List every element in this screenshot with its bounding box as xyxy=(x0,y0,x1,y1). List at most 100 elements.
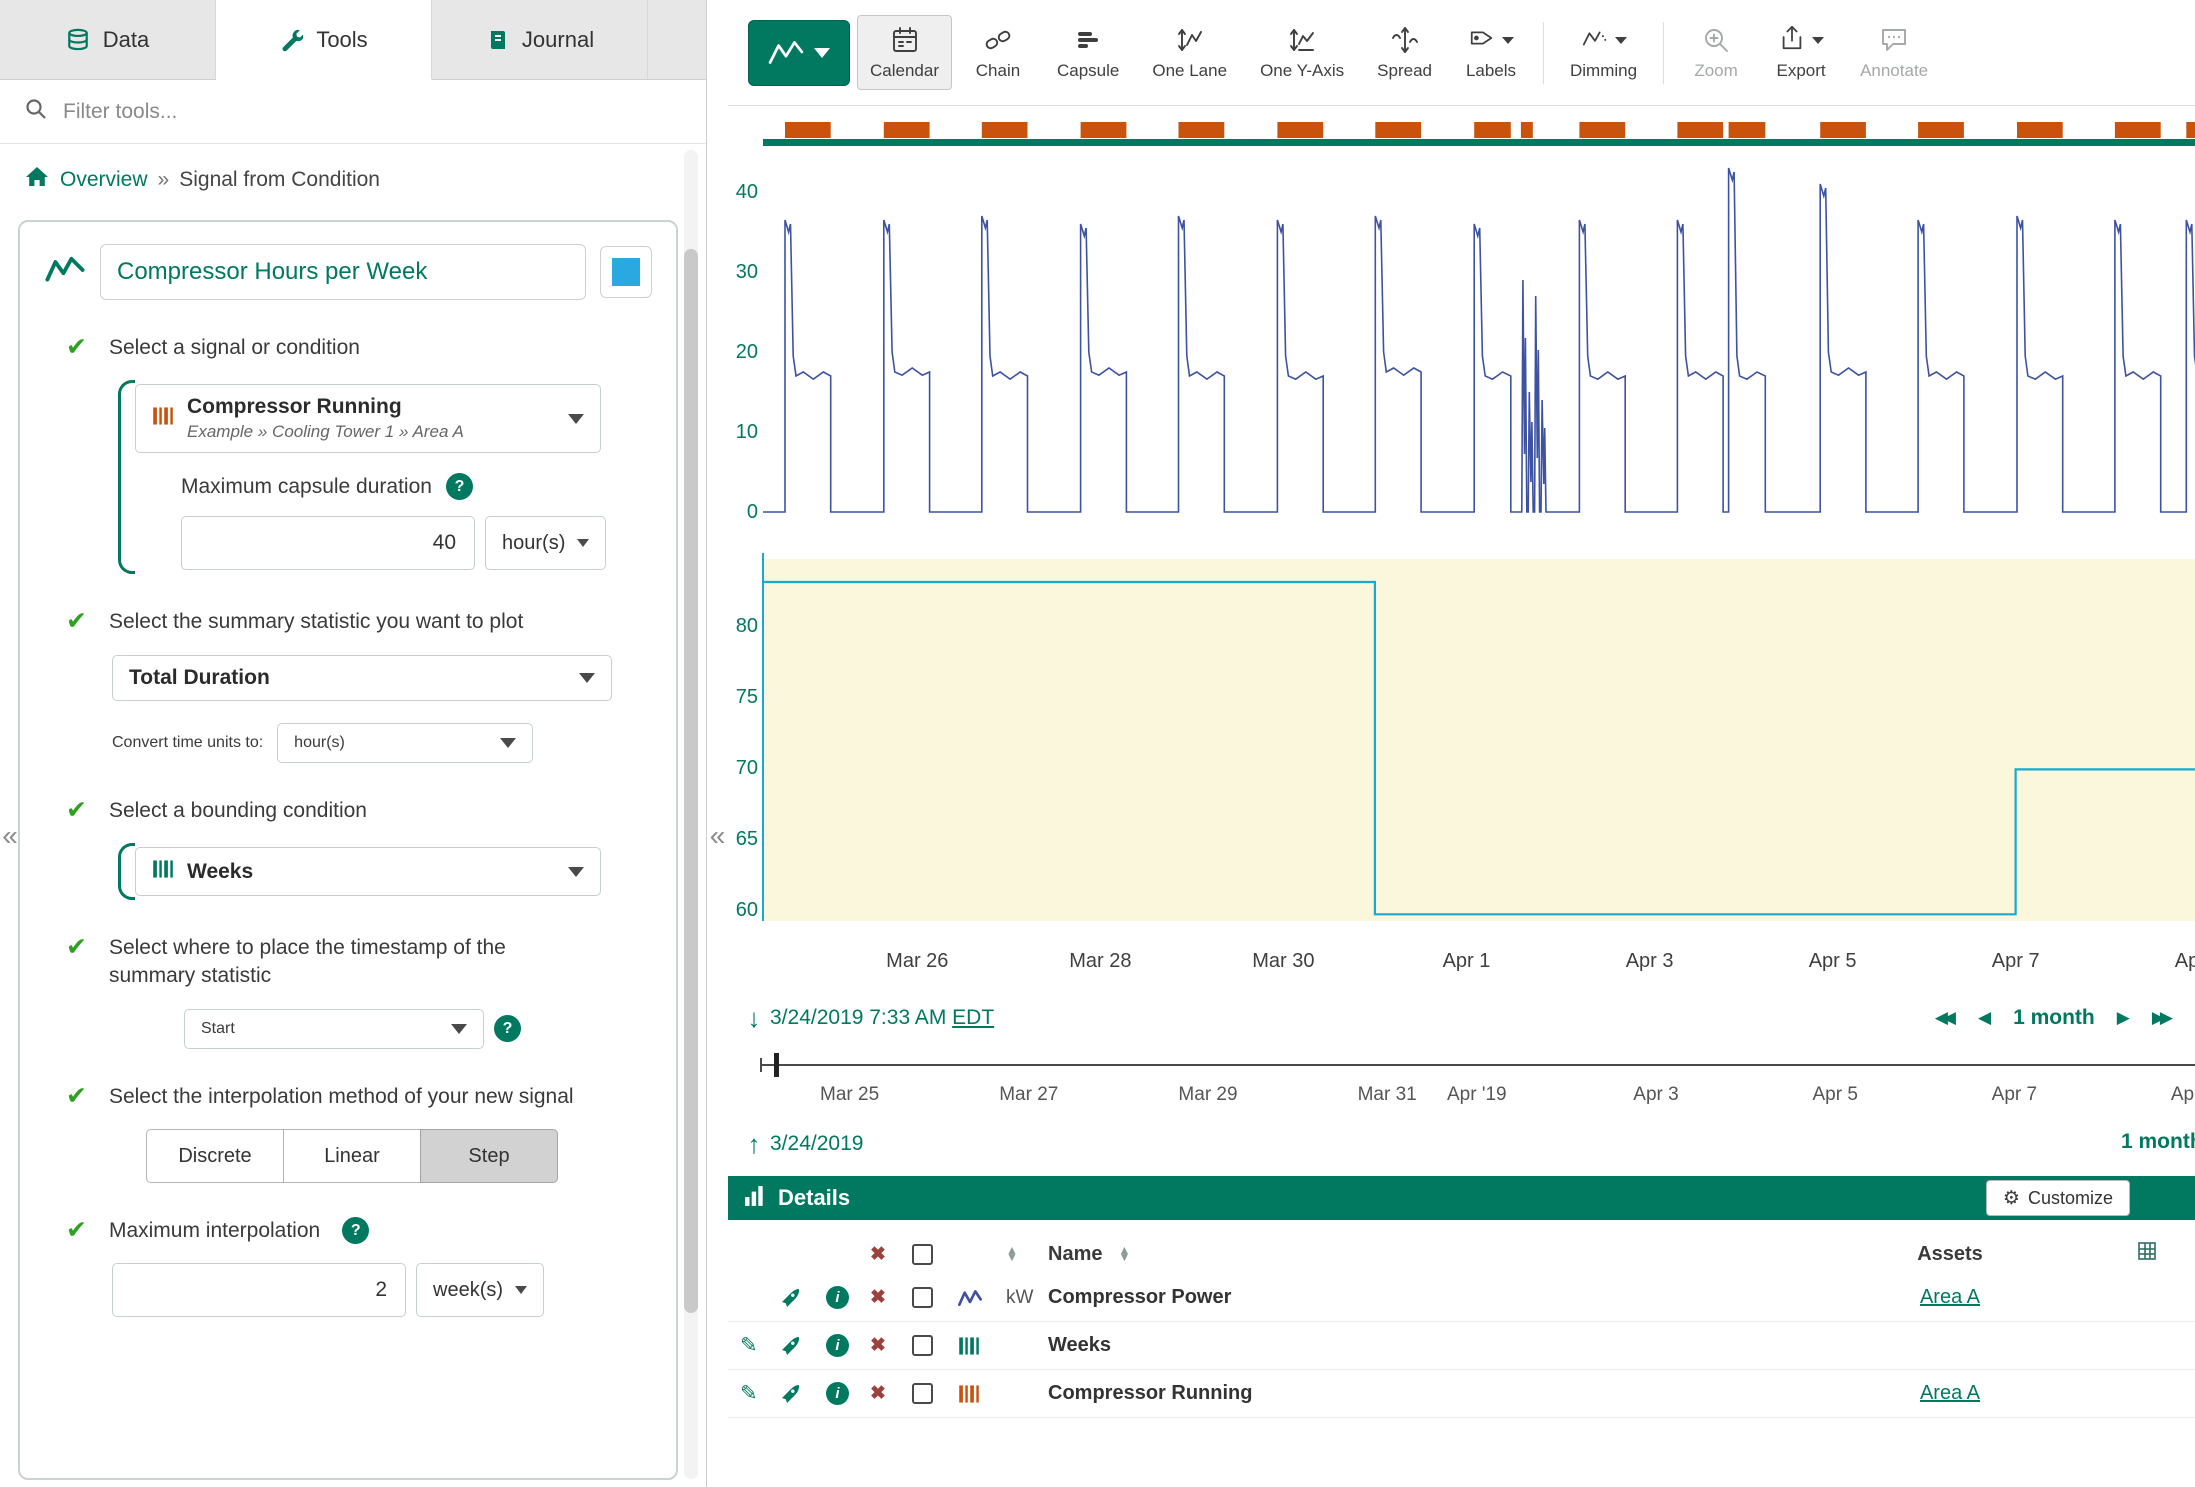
step-back-icon[interactable]: ◀◀ xyxy=(1935,1008,1956,1028)
row-checkbox[interactable] xyxy=(912,1335,933,1356)
search-input[interactable] xyxy=(63,100,682,124)
remove-icon[interactable]: ✖ xyxy=(870,1334,886,1357)
display-range-start[interactable]: 3/24/2019 7:33 AM EDT xyxy=(770,1006,994,1030)
timebar-handle[interactable] xyxy=(774,1053,779,1077)
info-icon[interactable]: i xyxy=(826,1382,849,1405)
compressor-power-series xyxy=(763,168,2195,512)
pan-forward-icon[interactable]: ▶ xyxy=(2117,1008,2130,1028)
max-capsule-unit-select[interactable]: hour(s) xyxy=(485,516,606,570)
remove-all-icon[interactable]: ✖ xyxy=(870,1243,886,1266)
tab-tools[interactable]: Tools xyxy=(216,0,432,80)
pan-back-icon[interactable]: ◀ xyxy=(1978,1008,1991,1028)
sidebar-scrollbar[interactable] xyxy=(684,150,698,1479)
asset-link[interactable]: Area A xyxy=(1920,1286,1980,1309)
toolbar-one-yaxis-button[interactable]: One Y-Axis xyxy=(1247,15,1357,90)
toolbar-one-lane-button[interactable]: One Lane xyxy=(1139,15,1240,90)
help-icon[interactable]: ? xyxy=(494,1015,521,1042)
timebar-track[interactable] xyxy=(760,1064,2195,1066)
investigate-range-start[interactable]: 3/24/2019 xyxy=(770,1132,863,1156)
toolbar-spread-button[interactable]: Spread xyxy=(1364,15,1445,90)
rocket-icon[interactable] xyxy=(778,1334,826,1358)
rocket-icon[interactable] xyxy=(778,1286,826,1310)
trend-view: Calendar Chain xyxy=(728,0,2195,1487)
chevron-down-icon xyxy=(568,867,584,877)
info-icon[interactable]: i xyxy=(826,1286,849,1309)
chevron-down-icon xyxy=(568,414,584,424)
interp-step-button[interactable]: Step xyxy=(420,1129,558,1183)
interp-discrete-button[interactable]: Discrete xyxy=(146,1129,284,1183)
edit-icon[interactable]: ✎ xyxy=(740,1333,758,1358)
max-interpolation-unit-select[interactable]: week(s) xyxy=(416,1263,544,1317)
customize-button[interactable]: ⚙ Customize xyxy=(1986,1180,2130,1216)
table-row[interactable]: ✎ i ✖ Weeks xyxy=(728,1322,2195,1370)
add-column-icon[interactable] xyxy=(2137,1241,2159,1268)
home-icon[interactable] xyxy=(24,164,50,196)
tab-journal[interactable]: Journal xyxy=(432,0,648,79)
scrollbar-thumb[interactable] xyxy=(684,249,698,1313)
toolbar-calendar-button[interactable]: Calendar xyxy=(857,15,952,90)
sort-icon[interactable]: ▲▼ xyxy=(1006,1247,1018,1261)
column-header-assets[interactable]: Assets xyxy=(1917,1243,1983,1266)
toolbar-export-button[interactable]: Export xyxy=(1762,15,1840,90)
signal-group: Compressor Running Example » Cooling Tow… xyxy=(118,380,652,574)
sort-icon[interactable]: ▲▼ xyxy=(1118,1247,1130,1261)
breadcrumb-separator: » xyxy=(158,168,170,192)
row-checkbox[interactable] xyxy=(912,1383,933,1404)
breadcrumb-overview-link[interactable]: Overview xyxy=(60,168,148,192)
trend-view-dropdown[interactable] xyxy=(748,20,850,86)
interp-linear-button[interactable]: Linear xyxy=(283,1129,421,1183)
toolbar-dimming-button[interactable]: Dimming xyxy=(1557,15,1650,90)
investigate-range-row: ↑ 3/24/2019 1 month xyxy=(728,1126,2195,1162)
convert-units-select[interactable]: hour(s) xyxy=(277,723,533,763)
toolbar-capsule-button[interactable]: Capsule xyxy=(1044,15,1132,90)
investigate-timebar[interactable]: Mar 25Mar 27Mar 29Mar 31Apr '19Apr 3Apr … xyxy=(728,1050,2195,1112)
table-row[interactable]: i ✖ kW Compressor Power Area A xyxy=(728,1274,2195,1322)
color-picker-button[interactable] xyxy=(600,246,652,298)
help-icon[interactable]: ? xyxy=(342,1217,369,1244)
chevron-down-icon xyxy=(451,1024,467,1034)
timezone-label: EDT xyxy=(952,1006,994,1029)
range-duration[interactable]: 1 month xyxy=(2013,1006,2095,1030)
remove-icon[interactable]: ✖ xyxy=(870,1286,886,1309)
bounding-condition-select[interactable]: Weeks xyxy=(135,847,601,896)
investigate-range-duration[interactable]: 1 month xyxy=(2121,1130,2195,1154)
toolbar-chain-button[interactable]: Chain xyxy=(959,15,1037,90)
asset-link[interactable]: Area A xyxy=(1920,1382,1980,1405)
range-navigation: ◀◀ ◀ 1 month ▶ ▶▶ xyxy=(1935,1006,2195,1030)
search-icon xyxy=(24,97,48,126)
signal-select[interactable]: Compressor Running Example » Cooling Tow… xyxy=(135,384,601,453)
collapse-sidebar-icon[interactable]: « xyxy=(707,814,728,858)
table-row[interactable]: ✎ i ✖ Compressor Running xyxy=(728,1370,2195,1418)
rocket-icon[interactable] xyxy=(778,1382,826,1406)
timestamp-position-select[interactable]: Start xyxy=(184,1009,484,1049)
signal-from-condition-tool: Compressor Hours per Week ✔ Select a sig… xyxy=(18,220,678,1480)
max-interpolation-input[interactable] xyxy=(112,1263,406,1317)
max-capsule-duration-input[interactable] xyxy=(181,516,475,570)
select-all-checkbox[interactable] xyxy=(912,1244,933,1265)
step-label-signal: Select a signal or condition xyxy=(109,334,360,362)
step-label-interpolation: Select the interpolation method of your … xyxy=(109,1083,574,1111)
remove-icon[interactable]: ✖ xyxy=(870,1382,886,1405)
toolbar-labels-button[interactable]: Labels xyxy=(1452,15,1530,90)
preview-chart[interactable] xyxy=(728,548,2195,928)
trend-chart[interactable] xyxy=(728,118,2195,548)
step-label-bounding: Select a bounding condition xyxy=(109,797,367,825)
convert-units-label: Convert time units to: xyxy=(112,734,263,752)
details-panel: Details ⚙ Customize ✖ ▲▼ xyxy=(728,1176,2195,1487)
collapse-panel-icon[interactable]: « xyxy=(0,814,20,858)
step-forward-icon[interactable]: ▶▶ xyxy=(2152,1008,2173,1028)
column-header-name[interactable]: Name xyxy=(1048,1243,1102,1266)
tab-data[interactable]: Data xyxy=(0,0,216,79)
edit-icon[interactable]: ✎ xyxy=(740,1381,758,1406)
one-yaxis-icon xyxy=(1287,24,1317,56)
tool-title-box[interactable]: Compressor Hours per Week xyxy=(100,244,586,300)
speech-bubble-icon xyxy=(1879,24,1909,56)
timestamp-position-value: Start xyxy=(201,1020,235,1038)
help-icon[interactable]: ? xyxy=(446,473,473,500)
check-icon: ✔ xyxy=(66,1217,87,1245)
row-checkbox[interactable] xyxy=(912,1287,933,1308)
statistic-value: Total Duration xyxy=(129,666,270,690)
info-icon[interactable]: i xyxy=(826,1334,849,1357)
statistic-select[interactable]: Total Duration xyxy=(112,655,612,701)
tab-label: Journal xyxy=(522,27,594,53)
